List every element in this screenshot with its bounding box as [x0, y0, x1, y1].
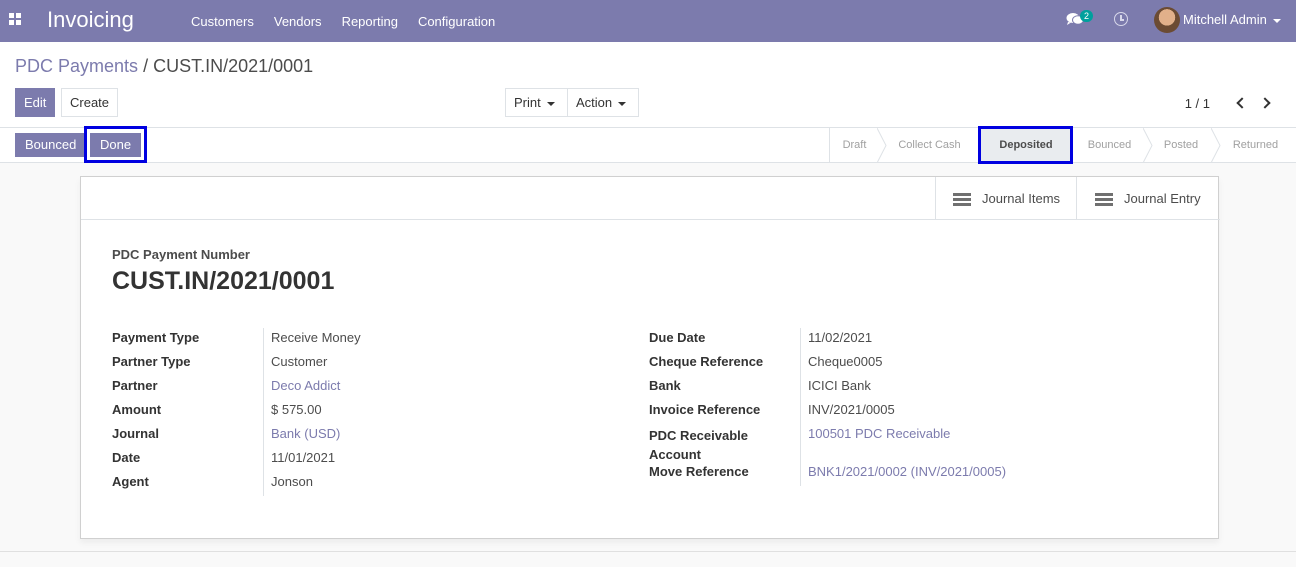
print-dropdown-button[interactable]: Print — [505, 88, 568, 117]
cheque-reference-label: Cheque Reference — [649, 354, 764, 369]
chevron-down-icon — [546, 101, 555, 106]
stage-returned[interactable]: Returned — [1215, 128, 1296, 163]
chevron-left-icon — [1236, 97, 1248, 109]
list-icon — [953, 193, 971, 206]
pager-value[interactable]: 1 / 1 — [1185, 96, 1210, 111]
partner-type-label: Partner Type — [112, 354, 191, 369]
smart-button-box: Journal Items Journal Entry — [81, 177, 1220, 220]
journal-entry-label: Journal Entry — [1124, 191, 1201, 206]
action-dropdown-button[interactable]: Action — [567, 88, 639, 117]
menu-configuration[interactable]: Configuration — [408, 14, 505, 29]
agent-label: Agent — [112, 474, 149, 489]
pdc-number-label: PDC Payment Number — [112, 247, 250, 262]
bounced-button[interactable]: Bounced — [15, 133, 87, 157]
print-label: Print — [514, 95, 541, 110]
date-value: 11/01/2021 — [271, 450, 336, 465]
main-menu: Customers Vendors Reporting Configuratio… — [181, 0, 505, 42]
pdc-receivable-account-link[interactable]: 100501 PDC Receivable — [808, 426, 950, 441]
breadcrumb: PDC Payments / CUST.IN/2021/0001 — [15, 56, 313, 77]
menu-reporting[interactable]: Reporting — [332, 14, 408, 29]
chat-count-badge: 2 — [1080, 10, 1094, 22]
list-icon — [1095, 193, 1113, 206]
pager-previous-button[interactable] — [1235, 96, 1248, 110]
user-menu[interactable]: Mitchell Admin — [1183, 12, 1281, 27]
invoice-reference-value: INV/2021/0005 — [808, 402, 895, 417]
date-label: Date — [112, 450, 141, 465]
stage-collect-cash[interactable]: Collect Cash — [879, 128, 980, 163]
field-divider — [263, 328, 264, 496]
chevron-right-icon — [1259, 97, 1271, 109]
deposited-stage-highlight — [978, 126, 1073, 164]
breadcrumb-current: CUST.IN/2021/0001 — [153, 56, 314, 76]
status-bar: Bounced Done Draft Collect Cash Deposite… — [0, 126, 1296, 164]
journal-link[interactable]: Bank (USD) — [271, 426, 340, 441]
edit-button[interactable]: Edit — [15, 88, 56, 117]
stage-draft[interactable]: Draft — [829, 128, 879, 163]
amount-label: Amount — [112, 402, 162, 417]
due-date-value: 11/02/2021 — [808, 330, 873, 345]
breadcrumb-parent[interactable]: PDC Payments — [15, 56, 138, 76]
partner-label: Partner — [112, 378, 158, 393]
page-bottom-divider — [0, 551, 1296, 552]
partner-type-value: Customer — [271, 354, 328, 369]
invoice-reference-label: Invoice Reference — [649, 402, 761, 417]
bank-value: ICICI Bank — [808, 378, 871, 393]
record-title: CUST.IN/2021/0001 — [112, 267, 335, 295]
journal-items-button[interactable]: Journal Items — [935, 177, 1076, 220]
move-reference-link[interactable]: BNK1/2021/0002 (INV/2021/0005) — [808, 464, 1006, 479]
form-sheet: Journal Items Journal Entry PDC Payment … — [80, 176, 1220, 539]
breadcrumb-separator: / — [143, 56, 149, 76]
partner-link[interactable]: Deco Addict — [271, 378, 340, 393]
payment-type-label: Payment Type — [112, 330, 200, 345]
menu-customers[interactable]: Customers — [181, 14, 264, 29]
pager-next-button[interactable] — [1259, 96, 1271, 110]
due-date-label: Due Date — [649, 330, 706, 345]
top-navbar: Invoicing Customers Vendors Reporting Co… — [0, 0, 1296, 42]
payment-type-value: Receive Money — [271, 330, 361, 345]
amount-value: $ 575.00 — [271, 402, 322, 417]
app-name[interactable]: Invoicing — [47, 7, 134, 33]
journal-label: Journal — [112, 426, 159, 441]
stage-separator — [1211, 128, 1221, 163]
chevron-down-icon — [618, 101, 627, 106]
stage-posted[interactable]: Posted — [1147, 128, 1215, 163]
chevron-down-icon — [1272, 18, 1281, 23]
stage-separator — [877, 128, 887, 163]
apps-menu-icon[interactable] — [9, 13, 21, 25]
journal-items-label: Journal Items — [982, 191, 1061, 206]
done-button-highlight — [84, 126, 147, 163]
user-name: Mitchell Admin — [1183, 12, 1267, 27]
action-label: Action — [576, 95, 613, 110]
user-avatar[interactable] — [1154, 7, 1180, 33]
create-button[interactable]: Create — [61, 88, 119, 117]
journal-entry-button[interactable]: Journal Entry — [1076, 177, 1220, 220]
field-divider — [800, 328, 801, 486]
move-reference-label: Move Reference — [649, 464, 749, 479]
bank-label: Bank — [649, 378, 681, 393]
stage-separator — [1143, 128, 1153, 163]
pdc-receivable-account-label: PDC Receivable Account — [649, 428, 748, 462]
stage-bounced[interactable]: Bounced — [1072, 128, 1147, 163]
cheque-reference-value: Cheque0005 — [808, 354, 883, 369]
control-panel: PDC Payments / CUST.IN/2021/0001 Edit Cr… — [0, 42, 1296, 128]
menu-vendors[interactable]: Vendors — [264, 14, 332, 29]
activity-clock-icon[interactable] — [1114, 12, 1128, 26]
agent-value: Jonson — [271, 474, 313, 489]
